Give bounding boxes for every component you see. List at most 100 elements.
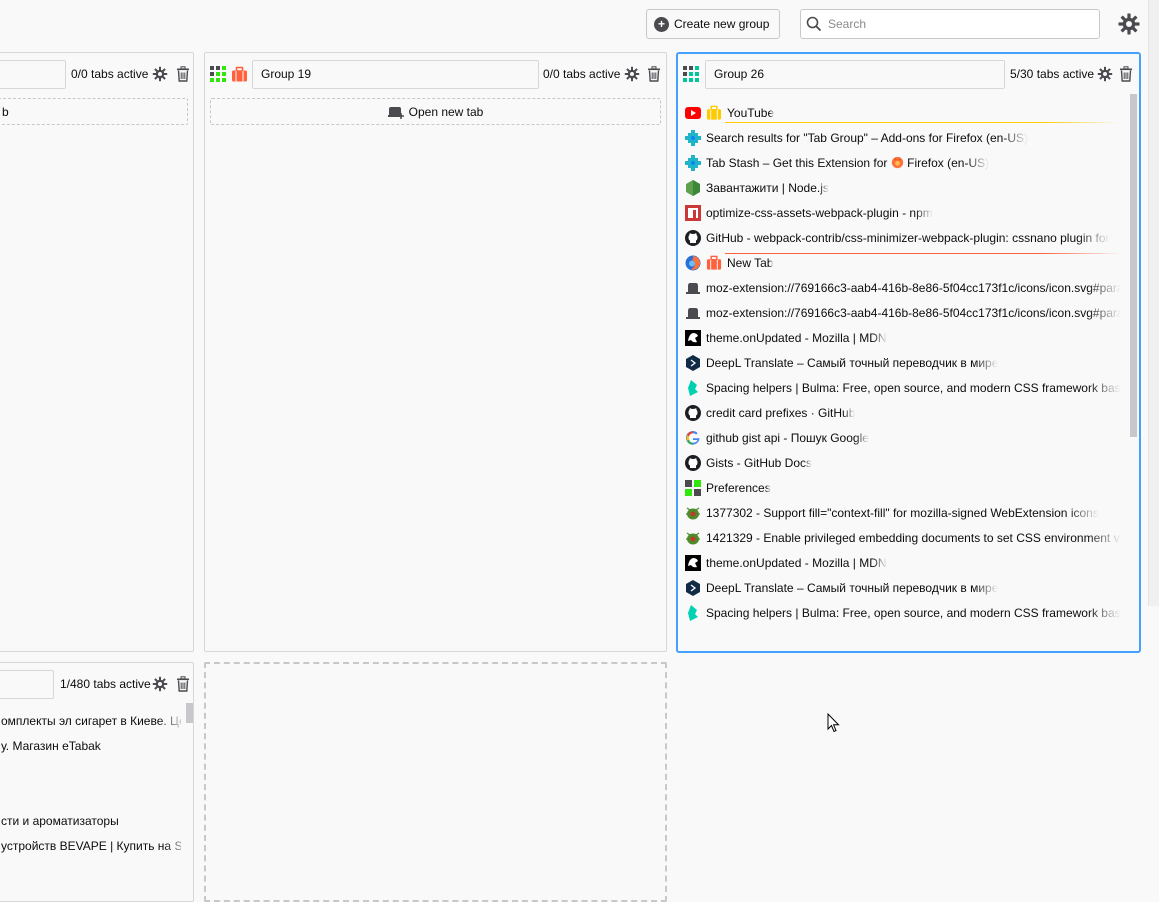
youtube-icon	[685, 105, 701, 121]
tab-item[interactable]: github gist api - Пошук Google	[685, 425, 1121, 450]
tab-title: moz-extension://769166c3-aab4-416b-8e86-…	[706, 305, 1121, 320]
group-settings-icon[interactable]	[624, 66, 640, 82]
group-title-input[interactable]: Group 19	[252, 60, 539, 89]
tab-title: New Tab	[727, 255, 774, 270]
github-icon	[685, 404, 701, 421]
group-title-input[interactable]	[0, 60, 66, 89]
bulma-icon	[685, 379, 701, 396]
tab-title: 1377302 - Support fill="context-fill" fo…	[706, 505, 1099, 520]
tab-list: омплекты эл сигарет в Киеве. Це у. Магаз…	[1, 708, 181, 858]
github-icon	[685, 454, 701, 471]
container-color-line	[725, 253, 1121, 254]
group-header: 0/0 tabs active	[0, 58, 193, 89]
google-icon	[685, 430, 701, 446]
tab-title: DeepL Translate – Самый точный переводчи…	[706, 355, 999, 370]
mouse-cursor-icon	[827, 713, 840, 733]
new-group-drop-zone[interactable]	[204, 662, 667, 902]
group-card-left: 0/0 tabs active b	[0, 52, 194, 652]
tab-item[interactable]: DeepL Translate – Самый точный переводчи…	[685, 350, 1121, 375]
group-card-bottom-left: 1/480 tabs active омплекты эл сигарет в …	[0, 662, 194, 902]
briefcase-container-icon	[706, 105, 722, 121]
extension-icon	[685, 280, 701, 296]
tab-title: омплекты эл сигарет в Киеве. Це	[1, 713, 181, 728]
open-new-tab-button[interactable]: Open new tab	[210, 98, 661, 125]
tab-item[interactable]	[1, 783, 181, 808]
deepl-icon	[685, 354, 701, 371]
tab-item[interactable]: moz-extension://769166c3-aab4-416b-8e86-…	[685, 275, 1121, 300]
tab-item[interactable]: у. Магазин eTabak	[1, 733, 181, 758]
tab-item[interactable]: Spacing helpers | Bulma: Free, open sour…	[685, 375, 1121, 400]
tab-item[interactable]: 1377302 - Support fill="context-fill" fo…	[685, 500, 1121, 525]
tab-item[interactable]: устройств BEVAPE | Купить на SM	[1, 833, 181, 858]
tab-title: сти и ароматизаторы	[1, 813, 119, 828]
create-new-group-label: Create new group	[674, 17, 770, 31]
tab-title: GitHub - webpack-contrib/css-minimizer-w…	[706, 230, 1110, 245]
tab-item[interactable]: moz-extension://769166c3-aab4-416b-8e86-…	[685, 300, 1121, 325]
group-settings-icon[interactable]	[152, 66, 168, 82]
group-card-19: Group 19 0/0 tabs active Open new tab	[204, 52, 667, 652]
open-new-tab-label: Open new tab	[408, 104, 484, 119]
group-header: 1/480 tabs active	[0, 668, 193, 699]
mdn-icon	[685, 329, 701, 346]
tab-item[interactable]: theme.onUpdated - Mozilla | MDN	[685, 550, 1121, 575]
tab-item[interactable]: Tab Stash – Get this Extension for Firef…	[685, 150, 1121, 175]
tab-title: Spacing helpers | Bulma: Free, open sour…	[706, 605, 1121, 620]
delete-group-icon[interactable]	[176, 676, 190, 692]
create-new-group-button[interactable]: + Create new group	[646, 9, 780, 39]
briefcase-container-icon	[232, 66, 247, 82]
tab-title: DeepL Translate – Самый точный переводчи…	[706, 580, 999, 595]
tab-item[interactable]: optimize-css-assets-webpack-plugin - npm	[685, 200, 1121, 225]
addons-icon	[685, 129, 701, 146]
tab-item[interactable]: DeepL Translate – Самый точный переводчи…	[685, 575, 1121, 600]
tab-item[interactable]: Завантажити | Node.js	[685, 175, 1121, 200]
tab-item[interactable]: credit card prefixes · GitHub	[685, 400, 1121, 425]
tab-title: moz-extension://769166c3-aab4-416b-8e86-…	[706, 280, 1121, 295]
tab-title: YouTube	[727, 105, 775, 120]
tab-item[interactable]: омплекты эл сигарет в Киеве. Це	[1, 708, 181, 733]
group-settings-icon[interactable]	[152, 676, 168, 692]
group-scrollbar-thumb[interactable]	[1130, 94, 1137, 437]
group-grid-icon	[683, 66, 699, 82]
tab-item[interactable]: Preferences	[685, 475, 1121, 500]
group-title-input[interactable]: Group 26	[705, 60, 1005, 89]
group-scrollbar-thumb[interactable]	[186, 703, 193, 723]
tab-item[interactable]: New Tab	[685, 250, 1121, 275]
mdn-icon	[685, 554, 701, 571]
tab-title: credit card prefixes · GitHub	[706, 405, 856, 420]
tab-title: theme.onUpdated - Mozilla | MDN	[706, 555, 887, 570]
delete-group-icon[interactable]	[176, 66, 190, 82]
tab-title: github gist api - Пошук Google	[706, 430, 869, 445]
tab-title: устройств BEVAPE | Купить на SM	[1, 838, 181, 853]
tabs-active-count: 0/0 tabs active	[71, 67, 149, 81]
tab-item[interactable]: Gists - GitHub Docs	[685, 450, 1121, 475]
bulma-icon	[685, 604, 701, 621]
delete-group-icon[interactable]	[647, 66, 661, 82]
briefcase-container-icon	[706, 255, 722, 271]
tab-item[interactable]: сти и ароматизаторы	[1, 808, 181, 833]
tab-item[interactable]: Spacing helpers | Bulma: Free, open sour…	[685, 600, 1121, 625]
page-scrollbar[interactable]	[1148, 0, 1159, 606]
tab-item[interactable]	[1, 758, 181, 783]
tab-item[interactable]: theme.onUpdated - Mozilla | MDN	[685, 325, 1121, 350]
tab-title: Search results for "Tab Group" – Add-ons…	[706, 130, 1028, 145]
tab-item[interactable]: GitHub - webpack-contrib/css-minimizer-w…	[685, 225, 1121, 250]
search-box[interactable]	[800, 9, 1100, 39]
preferences-icon	[685, 479, 701, 496]
tab-item[interactable]: Search results for "Tab Group" – Add-ons…	[685, 125, 1121, 150]
delete-group-icon[interactable]	[1119, 66, 1133, 82]
tabs-active-count: 0/0 tabs active	[543, 67, 621, 81]
search-input[interactable]	[826, 16, 1099, 32]
group-settings-icon[interactable]	[1097, 66, 1113, 82]
group-title-input[interactable]	[0, 670, 54, 699]
deepl-icon	[685, 579, 701, 596]
open-new-tab-button[interactable]: b	[0, 98, 188, 125]
tab-title: theme.onUpdated - Mozilla | MDN	[706, 330, 887, 345]
tab-title: 1421329 - Enable privileged embedding do…	[706, 530, 1121, 545]
tab-item[interactable]: YouTube	[685, 100, 1121, 125]
addons-icon	[685, 154, 701, 171]
tab-title: у. Магазин eTabak	[1, 738, 101, 753]
tab-item[interactable]: 1421329 - Enable privileged embedding do…	[685, 525, 1121, 550]
settings-gear-icon[interactable]	[1117, 12, 1141, 36]
group-grid-icon	[210, 66, 226, 82]
extension-icon	[685, 305, 701, 321]
